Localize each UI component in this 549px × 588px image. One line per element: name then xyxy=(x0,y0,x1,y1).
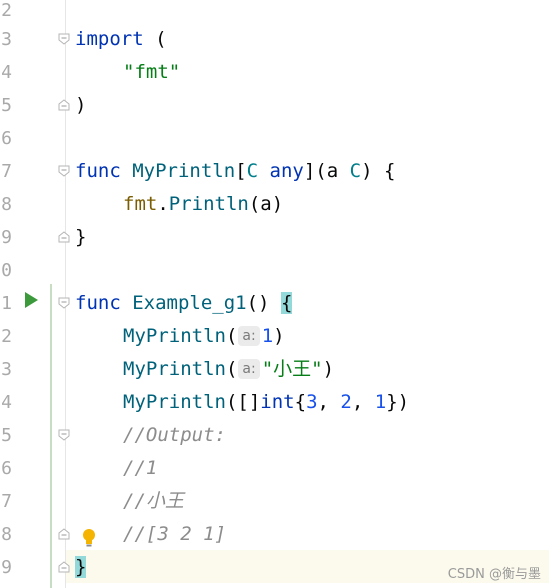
line-number: 2 xyxy=(1,326,12,347)
line-number: 6 xyxy=(1,128,12,149)
line-number: 4 xyxy=(1,392,12,413)
code-line[interactable]: 5 //Output: xyxy=(0,419,549,452)
code-text[interactable]: } xyxy=(75,221,86,254)
watermark: CSDN @衡与墨 xyxy=(447,567,541,582)
line-number: 8 xyxy=(1,524,12,545)
fold-marker-icon[interactable] xyxy=(58,231,70,243)
fold-marker-icon[interactable] xyxy=(58,99,70,111)
code-line[interactable]: 4 "fmt" xyxy=(0,56,549,89)
code-line[interactable]: 3 import ( xyxy=(0,23,549,56)
line-number: 0 xyxy=(1,260,12,281)
fold-marker-icon[interactable] xyxy=(58,561,70,573)
code-line[interactable]: 6 xyxy=(0,122,549,155)
comment-text[interactable]: //小王 xyxy=(123,485,184,518)
line-number: 5 xyxy=(1,95,12,116)
line-number: 6 xyxy=(1,458,12,479)
comment-text[interactable]: //Output: xyxy=(123,419,226,452)
code-text[interactable]: } xyxy=(75,551,87,584)
code-line[interactable]: 1 func Example_g1() { xyxy=(0,287,549,320)
code-line[interactable]: 5 ) xyxy=(0,89,549,122)
fold-marker-icon[interactable] xyxy=(58,297,70,309)
code-text[interactable]: ) xyxy=(75,89,86,122)
fold-marker-icon[interactable] xyxy=(58,528,70,540)
code-line[interactable]: 0 xyxy=(0,254,549,287)
line-number: 9 xyxy=(1,557,12,578)
code-line[interactable]: 2 MyPrintln(a: 1) xyxy=(0,320,549,353)
line-number: 3 xyxy=(1,359,12,380)
code-text[interactable]: MyPrintln([]int{3, 2, 1}) xyxy=(123,386,409,419)
comment-text[interactable]: //[3 2 1] xyxy=(123,518,226,551)
line-number: 5 xyxy=(1,425,12,446)
line-number: 7 xyxy=(1,491,12,512)
code-text[interactable]: MyPrintln(a: "小王") xyxy=(123,353,334,386)
code-text[interactable]: func Example_g1() { xyxy=(75,287,293,320)
code-text[interactable]: MyPrintln(a: 1) xyxy=(123,320,285,353)
line-number: 1 xyxy=(1,293,12,314)
code-line[interactable]: 4 MyPrintln([]int{3, 2, 1}) xyxy=(0,386,549,419)
parameter-hint: a: xyxy=(238,326,260,346)
line-number: 7 xyxy=(1,161,12,182)
run-gutter-icon[interactable] xyxy=(25,292,38,308)
code-text[interactable]: fmt.Println(a) xyxy=(123,188,283,221)
code-line[interactable]: 8 fmt.Println(a) xyxy=(0,188,549,221)
line-number: 8 xyxy=(1,194,12,215)
fold-marker-icon[interactable] xyxy=(58,33,70,45)
code-text[interactable]: "fmt" xyxy=(123,56,180,89)
fold-marker-icon[interactable] xyxy=(58,165,70,177)
line-number: 3 xyxy=(1,29,12,50)
code-line[interactable]: 7 func MyPrintln[C any](a C) { xyxy=(0,155,549,188)
comment-text[interactable]: //1 xyxy=(123,452,157,485)
line-number: 9 xyxy=(1,227,12,248)
fold-marker-icon[interactable] xyxy=(58,429,70,441)
code-text[interactable]: import ( xyxy=(75,23,167,56)
code-line[interactable]: 6 //1 xyxy=(0,452,549,485)
code-line[interactable]: 9 } xyxy=(0,221,549,254)
parameter-hint: a: xyxy=(238,359,260,379)
line-number: 4 xyxy=(1,62,12,83)
code-line[interactable]: 3 MyPrintln(a: "小王") xyxy=(0,353,549,386)
lightbulb-icon[interactable] xyxy=(82,528,96,548)
code-line[interactable]: 7 //小王 xyxy=(0,485,549,518)
code-text[interactable]: func MyPrintln[C any](a C) { xyxy=(75,155,395,188)
